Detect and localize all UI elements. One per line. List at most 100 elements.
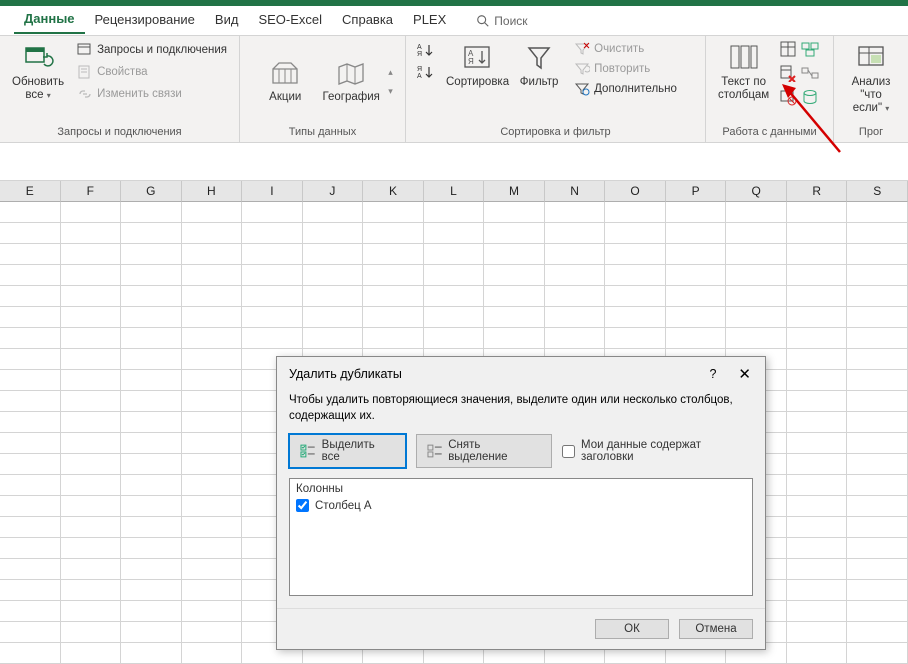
cell[interactable] — [121, 433, 182, 454]
cell[interactable] — [121, 265, 182, 286]
cell[interactable] — [605, 244, 666, 265]
cell[interactable] — [424, 286, 485, 307]
cell[interactable] — [121, 601, 182, 622]
cell[interactable] — [242, 265, 303, 286]
column-header-k[interactable]: K — [363, 181, 424, 202]
cell[interactable] — [847, 580, 908, 601]
cell[interactable] — [605, 328, 666, 349]
cell[interactable] — [787, 370, 848, 391]
cell[interactable] — [787, 391, 848, 412]
cell[interactable] — [484, 286, 545, 307]
cell[interactable] — [0, 349, 61, 370]
cell[interactable] — [0, 370, 61, 391]
cell[interactable] — [61, 391, 122, 412]
cell[interactable] — [61, 244, 122, 265]
cell[interactable] — [787, 454, 848, 475]
cell[interactable] — [303, 328, 364, 349]
cell[interactable] — [121, 328, 182, 349]
cell[interactable] — [61, 538, 122, 559]
cell[interactable] — [303, 223, 364, 244]
cell[interactable] — [787, 412, 848, 433]
cell[interactable] — [666, 328, 727, 349]
dialog-help-button[interactable]: ? — [709, 367, 716, 381]
cell[interactable] — [726, 286, 787, 307]
cell[interactable] — [0, 328, 61, 349]
cell[interactable] — [0, 538, 61, 559]
cell[interactable] — [182, 349, 243, 370]
cell[interactable] — [182, 223, 243, 244]
cell[interactable] — [182, 580, 243, 601]
tab-data[interactable]: Данные — [14, 7, 85, 34]
cell[interactable] — [242, 223, 303, 244]
cell[interactable] — [847, 496, 908, 517]
cell[interactable] — [545, 223, 606, 244]
cell[interactable] — [605, 202, 666, 223]
cell[interactable] — [242, 244, 303, 265]
cell[interactable] — [182, 601, 243, 622]
column-header-r[interactable]: R — [787, 181, 848, 202]
cell[interactable] — [121, 412, 182, 433]
cell[interactable] — [847, 391, 908, 412]
cell[interactable] — [787, 328, 848, 349]
select-all-button[interactable]: Выделить все — [289, 434, 406, 468]
cell[interactable] — [61, 454, 122, 475]
cell[interactable] — [484, 244, 545, 265]
cell[interactable] — [61, 286, 122, 307]
ok-button[interactable]: ОК — [595, 619, 669, 639]
column-header-f[interactable]: F — [61, 181, 122, 202]
properties-button[interactable]: Свойства — [74, 62, 230, 82]
cell[interactable] — [121, 391, 182, 412]
cell[interactable] — [847, 538, 908, 559]
cell[interactable] — [121, 622, 182, 643]
cell[interactable] — [847, 412, 908, 433]
column-header-i[interactable]: I — [242, 181, 303, 202]
cell[interactable] — [787, 475, 848, 496]
cell[interactable] — [121, 517, 182, 538]
cell[interactable] — [484, 307, 545, 328]
cell[interactable] — [847, 202, 908, 223]
cell[interactable] — [61, 307, 122, 328]
cell[interactable] — [0, 454, 61, 475]
cell[interactable] — [787, 223, 848, 244]
cell[interactable] — [787, 202, 848, 223]
cell[interactable] — [121, 454, 182, 475]
cell[interactable] — [545, 265, 606, 286]
cell[interactable] — [0, 622, 61, 643]
cell[interactable] — [121, 475, 182, 496]
cell[interactable] — [61, 496, 122, 517]
cell[interactable] — [242, 202, 303, 223]
reapply-filter-button[interactable]: Повторить — [571, 60, 680, 78]
cell[interactable] — [605, 286, 666, 307]
cell[interactable] — [787, 538, 848, 559]
cell[interactable] — [61, 202, 122, 223]
cell[interactable] — [424, 328, 485, 349]
cell[interactable] — [363, 265, 424, 286]
cell[interactable] — [61, 475, 122, 496]
tab-view[interactable]: Вид — [205, 8, 249, 33]
cell[interactable] — [303, 202, 364, 223]
column-header-e[interactable]: E — [0, 181, 61, 202]
cell[interactable] — [424, 265, 485, 286]
column-header-h[interactable]: H — [182, 181, 243, 202]
column-header-p[interactable]: P — [666, 181, 727, 202]
cell[interactable] — [61, 370, 122, 391]
cell[interactable] — [0, 307, 61, 328]
tab-seo-excel[interactable]: SEO-Excel — [248, 8, 332, 33]
consolidate-button[interactable] — [801, 40, 819, 61]
cell[interactable] — [363, 244, 424, 265]
cell[interactable] — [61, 517, 122, 538]
headers-checkbox[interactable] — [562, 445, 575, 458]
cell[interactable] — [484, 202, 545, 223]
cell[interactable] — [424, 223, 485, 244]
cell[interactable] — [0, 580, 61, 601]
column-a-checkbox[interactable] — [296, 499, 309, 512]
cell[interactable] — [484, 328, 545, 349]
cell[interactable] — [61, 601, 122, 622]
clear-filter-button[interactable]: Очистить — [571, 40, 680, 58]
sort-desc-button[interactable]: ЯА — [414, 62, 442, 82]
cancel-button[interactable]: Отмена — [679, 619, 753, 639]
flash-fill-button[interactable] — [779, 40, 797, 61]
cell[interactable] — [0, 202, 61, 223]
column-header-o[interactable]: O — [605, 181, 666, 202]
cell[interactable] — [182, 328, 243, 349]
